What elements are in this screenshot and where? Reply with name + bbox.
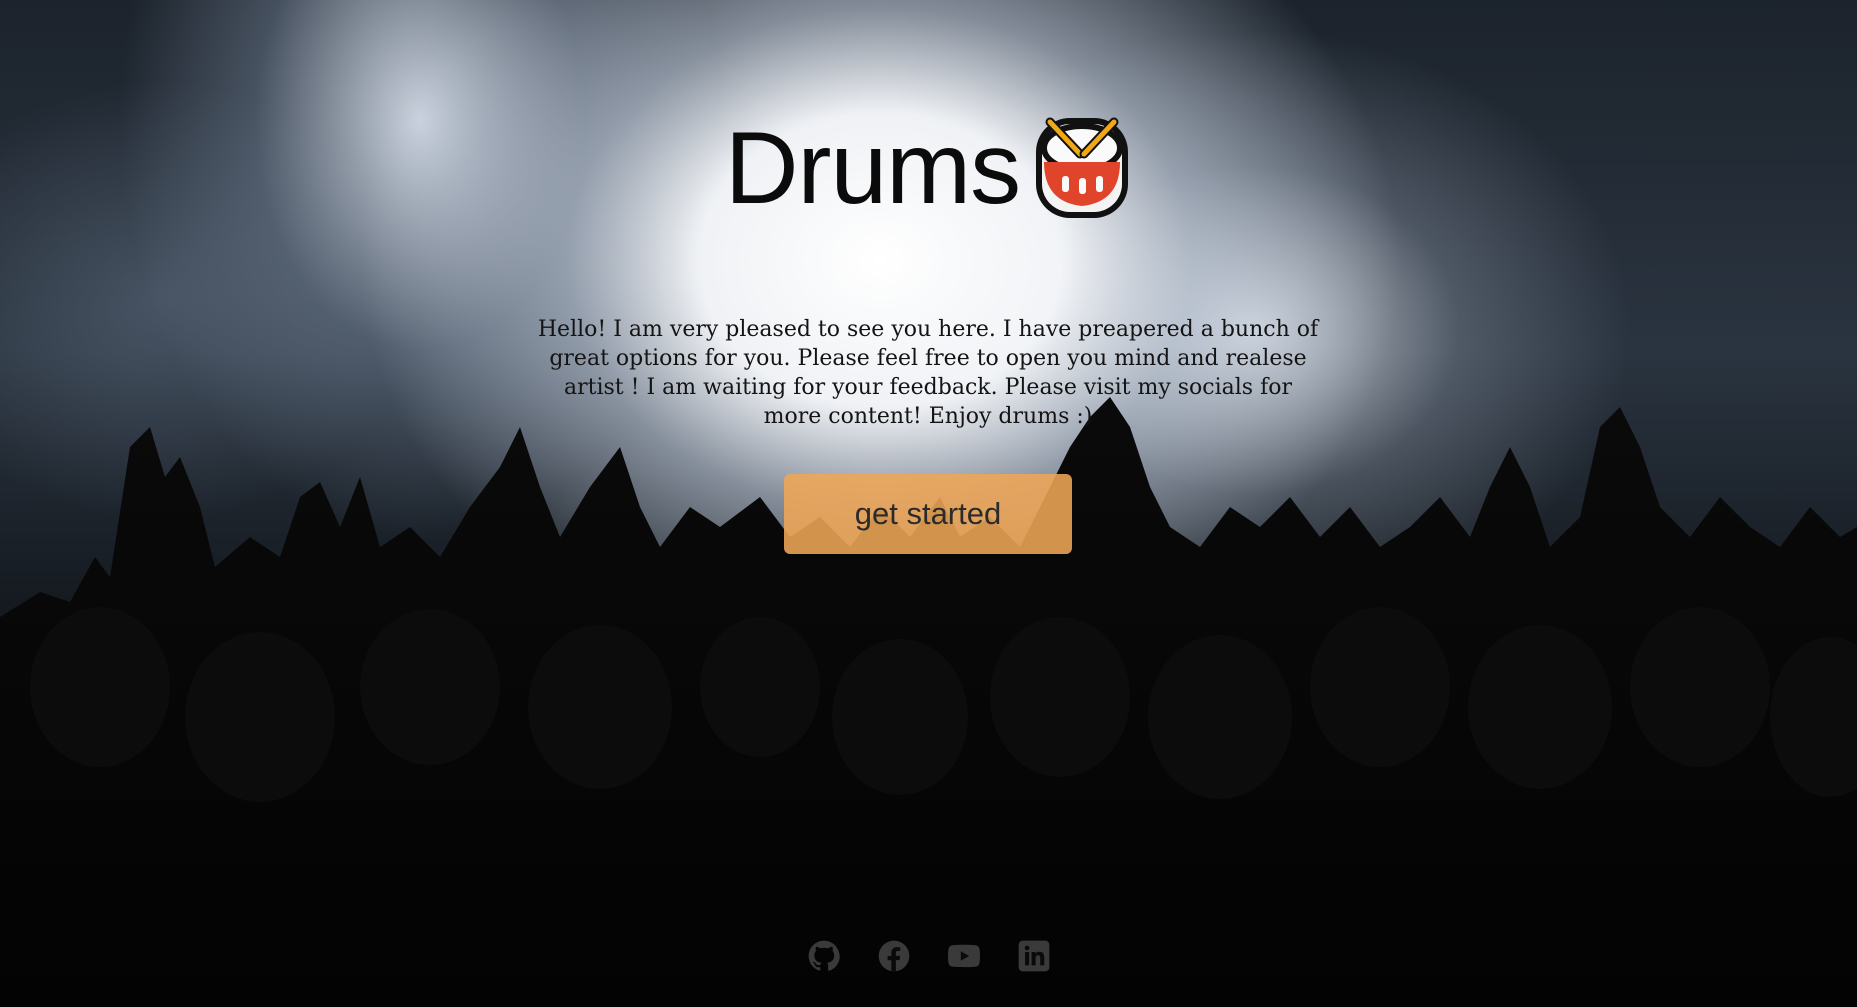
landing-page: Drums Hello! I am very pleased to see yo…	[0, 0, 1857, 1007]
hero-section: Drums Hello! I am very pleased to see yo…	[0, 0, 1857, 1007]
title-text: Drums	[724, 111, 1021, 225]
drum-emoji-icon	[1032, 112, 1132, 224]
facebook-icon[interactable]	[878, 940, 910, 972]
page-title: Drums	[0, 112, 1857, 224]
social-links	[0, 940, 1857, 972]
intro-text: Hello! I am very pleased to see you here…	[537, 317, 1319, 429]
linkedin-icon[interactable]	[1018, 940, 1050, 972]
get-started-button[interactable]: get started	[784, 474, 1072, 554]
github-icon[interactable]	[808, 940, 840, 972]
youtube-icon[interactable]	[947, 940, 980, 972]
